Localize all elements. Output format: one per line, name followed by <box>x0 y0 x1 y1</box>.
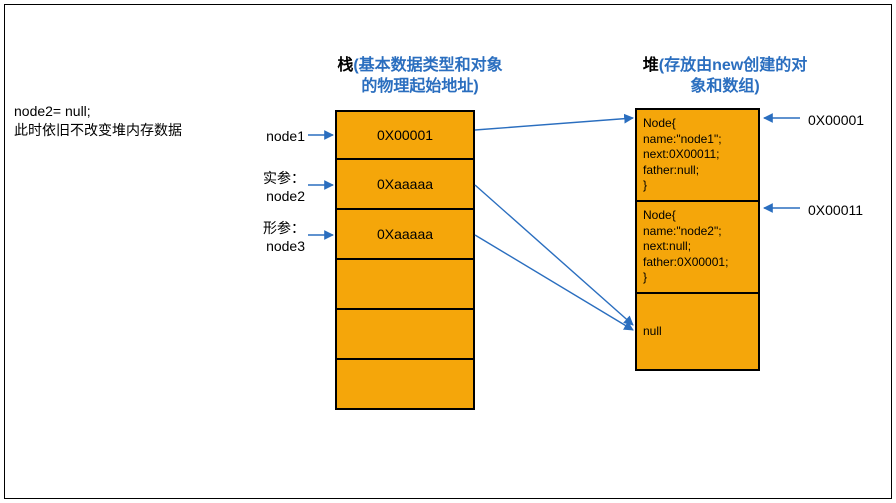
stack-cell-6 <box>335 360 475 410</box>
stack-title-black: 栈 <box>337 57 353 74</box>
stack-title-blue: (基本数据类型和对象的物理起始地址) <box>353 57 502 95</box>
stack-cell-2: 0Xaaaaa <box>335 160 475 210</box>
heap-cell-1: Node{ name:"node1"; next:0X00011; father… <box>637 110 758 202</box>
heap-title-blue: (存放由new创建的对象和数组) <box>659 57 807 95</box>
heap-addr-1: 0X00001 <box>808 112 864 128</box>
stack-cell-3: 0Xaaaaa <box>335 210 475 260</box>
code-note: node2= null; 此时依旧不改变堆内存数据 <box>14 102 182 140</box>
heap-addr-2: 0X00011 <box>808 202 863 218</box>
heap-cell-3: null <box>637 294 758 369</box>
heap-title-black: 堆 <box>643 57 659 74</box>
note-line1: node2= null; <box>14 102 182 121</box>
stack-cell-4 <box>335 260 475 310</box>
note-line2: 此时依旧不改变堆内存数据 <box>14 121 182 140</box>
stack-label-node1: node1 <box>255 128 305 146</box>
stack-column: 0X00001 0Xaaaaa 0Xaaaaa <box>335 110 475 410</box>
stack-cell-1: 0X00001 <box>335 110 475 160</box>
stack-label-node2: 实参： node2 <box>255 170 305 205</box>
heap-title: 堆(存放由new创建的对象和数组) <box>640 56 810 98</box>
heap-column: Node{ name:"node1"; next:0X00011; father… <box>635 108 760 371</box>
heap-cell-2: Node{ name:"node2"; next:null; father:0X… <box>637 202 758 294</box>
stack-cell-5 <box>335 310 475 360</box>
stack-title: 栈(基本数据类型和对象的物理起始地址) <box>335 56 505 98</box>
stack-label-node3: 形参： node3 <box>255 220 305 255</box>
